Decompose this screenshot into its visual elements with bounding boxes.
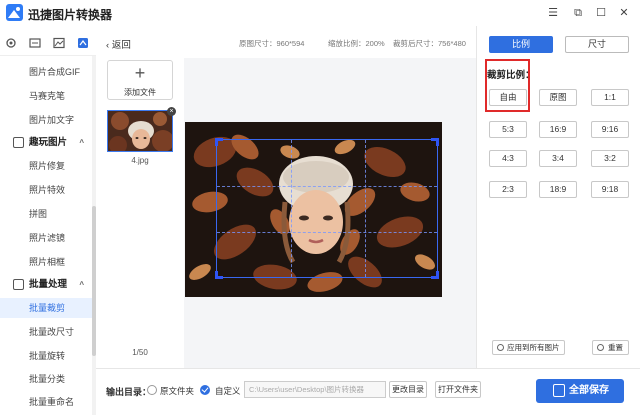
image-icon[interactable] xyxy=(53,37,65,49)
close-button[interactable]: ✕ xyxy=(615,4,633,22)
ratio-original-button[interactable]: 原图 xyxy=(539,89,577,106)
thumbnail-filename: 4.jpg xyxy=(131,156,149,165)
crop-active-icon[interactable] xyxy=(77,37,89,49)
original-size: 原图尺寸：960*594 xyxy=(239,39,305,48)
back-button[interactable]: ‹ 返回 xyxy=(106,37,131,51)
sidebar-item-batch-rename[interactable]: 批量重命名 xyxy=(0,392,92,412)
title-bar: 迅捷图片转换器 ☰ ⧉ ☐ ✕ xyxy=(0,0,640,26)
crop-grid-line xyxy=(365,140,366,277)
crop-handle-bottom-left[interactable] xyxy=(215,271,223,279)
sidebar-item-add-text[interactable]: 图片加文字 xyxy=(0,110,92,130)
screen-icon[interactable] xyxy=(29,37,41,49)
sidebar-item-mosaic[interactable]: 马赛克笔 xyxy=(0,86,92,106)
chevron-up-icon: ^ xyxy=(79,138,84,147)
radio-custom-folder-label: 自定义 xyxy=(215,386,241,396)
app-logo-icon xyxy=(6,4,23,21)
output-bar: 输出目录： 原文件夹 自定义 C:\Users\user\Desktop\图片转… xyxy=(96,368,640,415)
apply-to-all-button[interactable]: 应用到所有图片 xyxy=(492,340,565,355)
ratio-3-4-button[interactable]: 3:4 xyxy=(539,150,577,167)
save-all-label: 全部保存 xyxy=(569,385,609,396)
sidebar-item-batch-classify[interactable]: 批量分类 xyxy=(0,369,92,389)
sidebar: 图片合成GIF 马赛克笔 图片加文字 趣玩图片 ^ 照片修复 照片特效 拼图 照… xyxy=(0,56,96,415)
menu-icon[interactable]: ☰ xyxy=(544,4,562,22)
sidebar-item-effects[interactable]: 照片特效 xyxy=(0,180,92,200)
sidebar-item-collage[interactable]: 拼图 xyxy=(0,204,92,224)
sidebar-item-repair[interactable]: 照片修复 xyxy=(0,156,92,176)
image-thumbnail[interactable] xyxy=(107,110,173,152)
editor-header: ‹ 返回 原图尺寸：960*594 缩放比例：200% 裁剪后尺寸：756*48… xyxy=(96,26,476,58)
crop-grid-line xyxy=(217,232,437,233)
open-folder-button[interactable]: 打开文件夹 xyxy=(435,381,481,398)
sidebar-item-frame[interactable]: 照片相框 xyxy=(0,252,92,272)
ratio-4-3-button[interactable]: 4:3 xyxy=(489,150,527,167)
chevron-up-icon: ^ xyxy=(79,280,84,289)
output-path-field[interactable]: C:\Users\user\Desktop\图片转换器 xyxy=(244,381,386,398)
zoom-ratio: 缩放比例：200% xyxy=(328,39,385,48)
radio-custom-folder[interactable] xyxy=(200,385,210,395)
ratio-1-1-button[interactable]: 1:1 xyxy=(591,89,629,106)
file-list: + 添加文件 × 4.jpg 1/50 xyxy=(96,58,184,368)
highlight-annotation xyxy=(485,59,530,112)
change-dir-button[interactable]: 更改目录 xyxy=(389,381,427,398)
crop-grid-line xyxy=(291,140,292,277)
sidebar-item-batch-rotate[interactable]: 批量旋转 xyxy=(0,346,92,366)
group-label: 趣玩图片 xyxy=(29,137,68,148)
stack-icon xyxy=(13,279,24,290)
restore-icon[interactable]: ⧉ xyxy=(569,4,587,22)
crop-handle-bottom-right[interactable] xyxy=(431,271,439,279)
remove-thumbnail-icon[interactable]: × xyxy=(167,107,176,116)
maximize-button[interactable]: ☐ xyxy=(592,4,610,22)
refresh-icon xyxy=(597,344,604,351)
back-label: 返回 xyxy=(111,40,131,51)
tab-ratio[interactable]: 比例 xyxy=(489,36,553,53)
crop-handle-top-left[interactable] xyxy=(215,138,223,146)
ratio-2-3-button[interactable]: 2:3 xyxy=(489,181,527,198)
ratio-18-9-button[interactable]: 18:9 xyxy=(539,181,577,198)
add-file-button[interactable]: + 添加文件 xyxy=(107,60,173,100)
sidebar-group-fun[interactable]: 趣玩图片 ^ xyxy=(0,132,92,154)
add-file-label: 添加文件 xyxy=(124,88,156,97)
output-dir-label: 输出目录： xyxy=(106,387,152,397)
ratio-9-18-button[interactable]: 9:18 xyxy=(591,181,629,198)
ratio-16-9-button[interactable]: 16:9 xyxy=(539,121,577,138)
sidebar-item-filter[interactable]: 照片滤镜 xyxy=(0,228,92,248)
ratio-5-3-button[interactable]: 5:3 xyxy=(489,121,527,138)
save-all-button[interactable]: 全部保存 xyxy=(536,379,624,403)
reset-button[interactable]: 重置 xyxy=(592,340,629,355)
page-counter: 1/50 xyxy=(132,348,148,357)
radio-original-folder-label: 原文件夹 xyxy=(160,386,195,396)
app-title: 迅捷图片转换器 xyxy=(28,8,113,22)
reset-label: 重置 xyxy=(608,343,623,352)
crop-grid-line xyxy=(217,186,437,187)
sidebar-group-batch[interactable]: 批量处理 ^ xyxy=(0,274,92,296)
sidebar-item-batch-resize[interactable]: 批量改尺寸 xyxy=(0,322,92,342)
save-icon xyxy=(553,384,565,397)
apply-to-all-label: 应用到所有图片 xyxy=(507,343,560,352)
sidebar-item-gif[interactable]: 图片合成GIF xyxy=(0,62,92,82)
tool-icon-row xyxy=(0,26,96,56)
image-icon xyxy=(13,137,24,148)
sidebar-item-batch-crop[interactable]: 批量裁剪 xyxy=(0,298,92,318)
plus-icon: + xyxy=(134,63,146,83)
crop-selection-box[interactable] xyxy=(215,138,439,279)
apply-icon xyxy=(497,344,504,351)
gear-icon[interactable] xyxy=(5,37,17,49)
crop-handle-top-right[interactable] xyxy=(431,138,439,146)
cropped-size: 裁剪后尺寸：756*480 xyxy=(393,39,466,48)
radio-original-folder[interactable] xyxy=(147,385,157,395)
ratio-3-2-button[interactable]: 3:2 xyxy=(591,150,629,167)
tab-size[interactable]: 尺寸 xyxy=(565,36,629,53)
group-label: 批量处理 xyxy=(29,279,68,290)
ratio-9-16-button[interactable]: 9:16 xyxy=(591,121,629,138)
